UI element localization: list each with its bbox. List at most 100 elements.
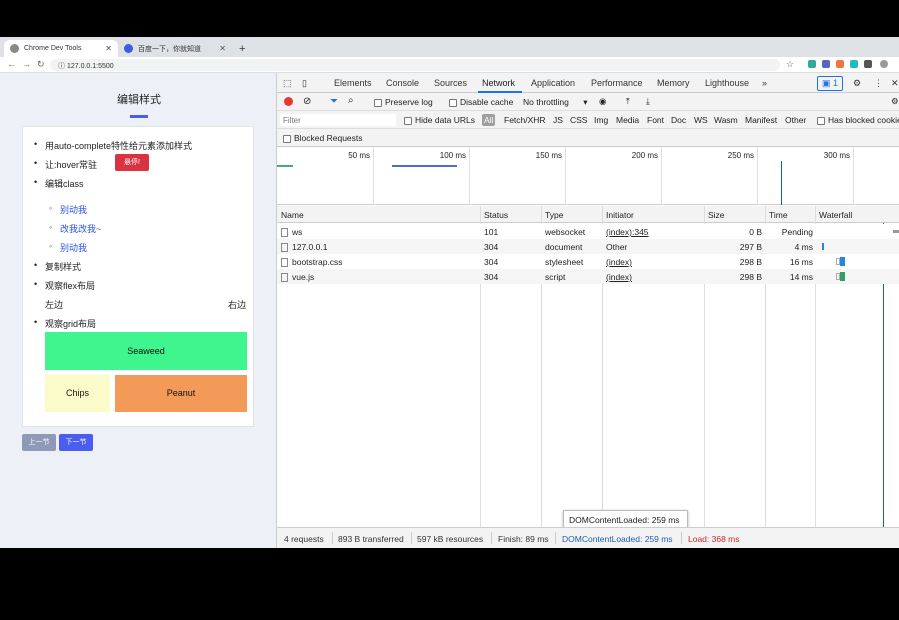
table-row[interactable]: vue.js 304 script (index) 298 B 14 ms [277, 269, 899, 284]
devtools-tab-bar: ⬚ ▯ Elements Console Sources Network App… [277, 73, 899, 93]
prev-section-button[interactable]: 上一节 [22, 434, 56, 451]
column-header-type[interactable]: Type [545, 210, 563, 220]
device-toolbar-icon[interactable]: ▯ [302, 78, 307, 89]
export-har-icon[interactable]: ⤓ [646, 96, 650, 107]
file-icon [281, 228, 288, 238]
browser-tab-baidu[interactable]: 百度一下，你就知道 ✕ [118, 40, 232, 57]
filter-type-js[interactable]: JS [553, 115, 563, 125]
close-devtools-icon[interactable]: ✕ [891, 78, 899, 89]
filter-type-css[interactable]: CSS [570, 115, 587, 125]
filter-type-doc[interactable]: Doc [671, 115, 686, 125]
column-header-status[interactable]: Status [484, 210, 508, 220]
filter-type-all[interactable]: All [482, 114, 496, 126]
resources-size: 597 kB resources [417, 534, 484, 544]
column-header-waterfall[interactable]: Waterfall [819, 210, 852, 220]
table-row[interactable]: bootstrap.css 304 stylesheet (index) 298… [277, 254, 899, 269]
checkbox[interactable] [449, 98, 457, 107]
divider [411, 532, 412, 544]
checkbox[interactable] [817, 116, 825, 125]
issues-badge[interactable]: ▣ 1 [817, 76, 844, 91]
search-icon[interactable]: ⌕ [348, 95, 354, 106]
settings-gear-icon[interactable]: ⚙ [853, 78, 861, 89]
filter-type-font[interactable]: Font [647, 115, 664, 125]
column-header-name[interactable]: Name [281, 210, 304, 220]
timeline-overview[interactable]: 50 ms 100 ms 150 ms 200 ms 250 ms 300 ms [277, 147, 899, 205]
title-underline [130, 115, 148, 118]
filter-type-media[interactable]: Media [616, 115, 639, 125]
timeline-tick-label: 300 ms [823, 151, 850, 160]
extension-icon[interactable] [808, 60, 816, 68]
filter-type-fetch-xhr[interactable]: Fetch/XHR [504, 115, 546, 125]
request-initiator-link[interactable]: (index) [606, 272, 632, 282]
devtools-panel: ⬚ ▯ Elements Console Sources Network App… [276, 73, 899, 548]
browser-tab-devtools[interactable]: Chrome Dev Tools ✕ [4, 40, 118, 57]
tab-performance[interactable]: Performance [591, 78, 643, 88]
more-menu-icon[interactable]: ⋮ [874, 78, 883, 89]
request-name-text: vue.js [292, 272, 315, 282]
hover-button[interactable]: 悬停! [115, 154, 149, 171]
request-type: websocket [545, 227, 586, 237]
tab-application[interactable]: Application [531, 78, 575, 88]
checkbox[interactable] [404, 116, 412, 125]
hide-data-urls-checkbox[interactable]: Hide data URLs [404, 115, 475, 125]
tab-sources[interactable]: Sources [434, 78, 467, 88]
tab-memory[interactable]: Memory [657, 78, 690, 88]
top-letterbox [0, 0, 899, 37]
network-settings-icon[interactable]: ⚙ [891, 96, 899, 107]
preserve-log-checkbox[interactable]: Preserve log [374, 97, 433, 107]
new-tab-button[interactable]: + [233, 40, 249, 57]
throttling-select[interactable]: No throttling ▾ [523, 97, 588, 108]
checkbox[interactable] [374, 98, 382, 107]
has-blocked-cookies-checkbox[interactable]: Has blocked cookies [817, 115, 899, 125]
flex-right-label: 右边 [227, 300, 246, 310]
table-row[interactable]: 127.0.0.1 304 document Other 297 B 4 ms [277, 239, 899, 254]
bottom-letterbox [0, 548, 899, 620]
tab-console[interactable]: Console [386, 78, 419, 88]
filter-type-manifest[interactable]: Manifest [745, 115, 777, 125]
filter-type-other[interactable]: Other [785, 115, 806, 125]
next-section-button[interactable]: 下一节 [59, 434, 93, 451]
column-header-initiator[interactable]: Initiator [606, 210, 634, 220]
extension-icon[interactable] [822, 60, 830, 68]
inspect-element-icon[interactable]: ⬚ [283, 78, 292, 89]
network-conditions-icon[interactable]: ◉ [599, 96, 606, 107]
import-har-icon[interactable]: ⤒ [626, 96, 630, 107]
filter-funnel-icon[interactable]: ⏷ [330, 96, 338, 107]
preserve-log-label: Preserve log [385, 97, 433, 107]
request-initiator-link[interactable]: (index):345 [606, 227, 649, 237]
tab-network[interactable]: Network [482, 78, 515, 88]
tab-lighthouse[interactable]: Lighthouse [705, 78, 749, 88]
column-header-time[interactable]: Time [769, 210, 788, 220]
filter-input[interactable] [280, 114, 396, 126]
filter-type-ws[interactable]: WS [694, 115, 708, 125]
transferred-size: 893 B transferred [338, 534, 404, 544]
table-row[interactable]: ws 101 websocket (index):345 0 B Pending [277, 224, 899, 239]
tab-elements[interactable]: Elements [334, 78, 372, 88]
finish-time: Finish: 89 ms [498, 534, 549, 544]
blocked-requests-checkbox[interactable]: Blocked Requests [283, 133, 363, 143]
close-tab-icon[interactable]: ✕ [219, 44, 226, 53]
close-tab-icon[interactable]: ✕ [105, 44, 112, 53]
filter-type-img[interactable]: Img [594, 115, 608, 125]
address-bar-row: ← → ↻ ⓘ 127.0.0.1:5500 ☆ [0, 57, 899, 73]
checkbox[interactable] [283, 134, 291, 143]
url-input[interactable]: ⓘ 127.0.0.1:5500 [50, 59, 780, 71]
bookmark-star-icon[interactable]: ☆ [786, 59, 794, 70]
more-tabs-icon[interactable]: » [762, 78, 767, 88]
extension-icon[interactable] [850, 60, 858, 68]
clear-icon[interactable]: ⊘ [303, 96, 311, 107]
request-initiator-link[interactable]: (index) [606, 257, 632, 267]
waterfall-bar [840, 272, 845, 281]
extensions-puzzle-icon[interactable] [864, 60, 872, 68]
forward-icon[interactable]: → [22, 59, 31, 69]
back-icon[interactable]: ← [7, 59, 16, 69]
request-initiator: Other [606, 242, 628, 252]
content-card: 用auto-complete特性给元素添加样式 让:hover常驻 悬停! 编辑… [22, 126, 254, 427]
filter-type-wasm[interactable]: Wasm [714, 115, 738, 125]
record-icon[interactable] [284, 97, 293, 106]
disable-cache-checkbox[interactable]: Disable cache [449, 97, 513, 107]
reload-icon[interactable]: ↻ [37, 59, 45, 70]
column-header-size[interactable]: Size [708, 210, 725, 220]
extension-icon[interactable] [836, 60, 844, 68]
profile-avatar[interactable] [880, 60, 888, 68]
